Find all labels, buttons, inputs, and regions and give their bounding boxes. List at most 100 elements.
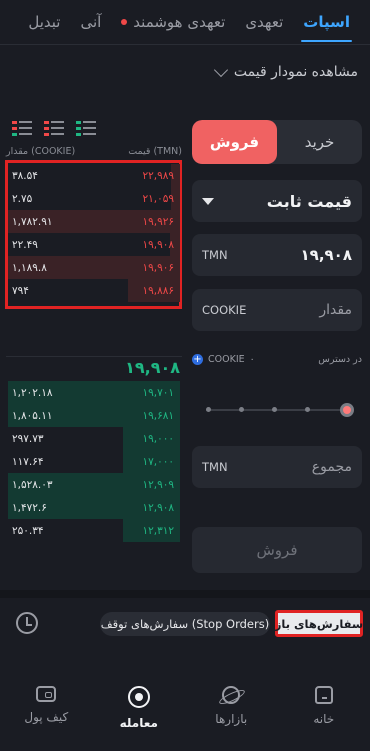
buy-order-price: ۱۹,۶۸۱ [142, 409, 174, 422]
total-field[interactable]: مجموع TMN [192, 446, 362, 488]
buy-order-amount: ۱,۴۷۲.۶ [12, 501, 47, 514]
bottom-nav: خانه بازارها معامله کیف پول [0, 660, 370, 751]
sell-tab[interactable]: فروش [192, 120, 277, 164]
total-placeholder: مجموع [311, 459, 352, 475]
total-unit: TMN [202, 460, 228, 474]
section-divider [0, 590, 370, 598]
sell-order-price: ۱۹,۸۸۶ [142, 284, 174, 297]
slider-tick[interactable] [206, 407, 211, 412]
sell-order-amount: ۳۸.۵۴ [12, 169, 38, 182]
open-orders-tab[interactable]: سفارش‌های باز [275, 610, 363, 637]
buy-order-price: ۱۷,۰۰۰ [142, 455, 174, 468]
tab-margin[interactable]: تعهدی [235, 0, 293, 44]
buy-order-price: ۱۹,۷۰۱ [142, 386, 174, 399]
nav-wallet-label: کیف پول [24, 710, 69, 724]
price-field[interactable]: ۱۹,۹۰۸ TMN [192, 234, 362, 276]
nav-wallet[interactable]: کیف پول [0, 660, 93, 751]
slider-tick[interactable] [272, 407, 277, 412]
sell-order-row[interactable]: ۲۲.۴۹ ۱۹,۹۰۸ [8, 233, 180, 256]
tab-convert[interactable]: تبدیل [18, 0, 70, 44]
sell-order-amount: ۲.۷۵ [12, 192, 33, 205]
wallet-icon [36, 686, 57, 702]
book-divider [6, 356, 182, 357]
buy-order-row[interactable]: ۱,۵۲۸.۰۳ ۱۲,۹۰۹ [8, 473, 180, 496]
sell-order-row[interactable]: ۱,۷۸۲.۹۱ ۱۹,۹۲۶ [8, 210, 180, 233]
chevron-down-icon [213, 62, 228, 78]
view-buys-icon[interactable] [76, 120, 96, 136]
markets-icon [222, 686, 241, 704]
tab-spot-label: اسپات [303, 13, 350, 31]
buy-order-amount: ۲۹۷.۷۳ [12, 432, 44, 445]
sell-order-row[interactable]: ۷۹۴ ۱۹,۸۸۶ [8, 279, 180, 302]
sell-order-row[interactable]: ۱,۱۸۹.۸ ۱۹,۹۰۶ [8, 256, 180, 279]
history-icon[interactable] [16, 612, 38, 634]
slider-tick[interactable] [305, 407, 310, 412]
buy-order-amount: ۱,۸۰۵.۱۱ [12, 409, 53, 422]
price-column-header: قیمت (TMN) [128, 146, 182, 157]
amount-column-header: مقدار (COOKIE) [6, 146, 76, 157]
view-sells-icon[interactable] [44, 120, 64, 136]
nav-home-label: خانه [313, 712, 335, 726]
tab-instant-label: آنی [80, 13, 102, 31]
view-both-icon[interactable] [12, 120, 32, 136]
book-view-switcher [12, 120, 96, 136]
sell-order-amount: ۱,۱۸۹.۸ [12, 261, 47, 274]
trade-icon [127, 686, 150, 708]
home-icon [314, 686, 333, 704]
last-price[interactable]: ۱۹,۹۰۸ [100, 358, 180, 377]
sell-order-price: ۲۱,۰۵۹ [142, 192, 174, 205]
sell-order-price: ۱۹,۹۰۸ [142, 238, 174, 251]
new-dot-icon [121, 19, 128, 25]
buy-order-price: ۱۲,۹۰۹ [142, 478, 174, 491]
top-tabs: اسپات تعهدی تعهدی هوشمند آنی تبدیل [0, 0, 370, 44]
buy-tab[interactable]: خرید [277, 120, 362, 164]
buy-order-row[interactable]: ۲۵۰.۳۴ ۱۲,۳۱۲ [8, 519, 180, 542]
tab-margin-label: تعهدی [245, 13, 284, 31]
orders-bar: سفارش‌های باز سفارش‌های توقف (Stop Order… [0, 598, 370, 646]
buy-order-price: ۱۲,۹۰۸ [142, 501, 174, 514]
buy-order-amount: ۱,۵۲۸.۰۳ [12, 478, 53, 491]
buy-sell-toggle: خرید فروش [192, 120, 362, 164]
tab-spot[interactable]: اسپات [293, 0, 360, 44]
order-book-header: مقدار (COOKIE) قیمت (TMN) [6, 146, 182, 157]
amount-placeholder: مقدار [319, 302, 352, 318]
sell-submit-button[interactable]: فروش [192, 527, 362, 573]
amount-field[interactable]: مقدار COOKIE [192, 289, 362, 331]
slider-track [206, 409, 348, 411]
tab-convert-label: تبدیل [28, 13, 61, 31]
available-balance: در دسترس + COOKIE ۰ [192, 354, 362, 365]
nav-trade-label: معامله [119, 716, 158, 730]
nav-home[interactable]: خانه [278, 660, 370, 751]
available-value: ۰ [249, 354, 255, 365]
sell-order-amount: ۷۹۴ [12, 284, 29, 297]
buy-order-row[interactable]: ۲۹۷.۷۳ ۱۹,۰۰۰ [8, 427, 180, 450]
amount-percent-slider[interactable] [206, 400, 354, 420]
buy-order-row[interactable]: ۱,۲۰۲.۱۸ ۱۹,۷۰۱ [8, 381, 180, 404]
order-type-select[interactable]: قیمت ثابت [192, 180, 362, 222]
buy-order-row[interactable]: ۱,۸۰۵.۱۱ ۱۹,۶۸۱ [8, 404, 180, 427]
chart-toggle[interactable]: مشاهده نمودار قیمت [213, 62, 358, 80]
slider-knob[interactable] [340, 403, 354, 417]
buy-order-amount: ۱,۲۰۲.۱۸ [12, 386, 53, 399]
sell-order-price: ۱۹,۹۰۶ [142, 261, 174, 274]
available-currency: COOKIE [208, 354, 245, 365]
stop-orders-tab[interactable]: سفارش‌های توقف (Stop Orders) [100, 612, 270, 636]
sell-order-row[interactable]: ۳۸.۵۴ ۲۲,۹۸۹ [8, 164, 180, 187]
deposit-plus-icon[interactable]: + [192, 354, 203, 365]
slider-tick[interactable] [239, 407, 244, 412]
nav-markets-label: بازارها [215, 712, 248, 726]
available-label: در دسترس [318, 354, 362, 365]
buy-order-row[interactable]: ۱,۴۷۲.۶ ۱۲,۹۰۸ [8, 496, 180, 519]
tab-instant[interactable]: آنی [70, 0, 111, 44]
buy-order-row[interactable]: ۱۱۷.۶۴ ۱۷,۰۰۰ [8, 450, 180, 473]
sell-order-amount: ۱,۷۸۲.۹۱ [12, 215, 53, 228]
nav-markets[interactable]: بازارها [185, 660, 278, 751]
sell-order-price: ۱۹,۹۲۶ [142, 215, 174, 228]
tab-smart-margin[interactable]: تعهدی هوشمند [111, 0, 235, 44]
available-amount: + COOKIE ۰ [192, 354, 255, 365]
sell-order-row[interactable]: ۲.۷۵ ۲۱,۰۵۹ [8, 187, 180, 210]
nav-trade[interactable]: معامله [93, 660, 186, 751]
tab-smart-margin-label: تعهدی هوشمند [133, 13, 226, 31]
dropdown-arrow-icon [202, 197, 214, 205]
chart-toggle-label: مشاهده نمودار قیمت [233, 64, 358, 80]
